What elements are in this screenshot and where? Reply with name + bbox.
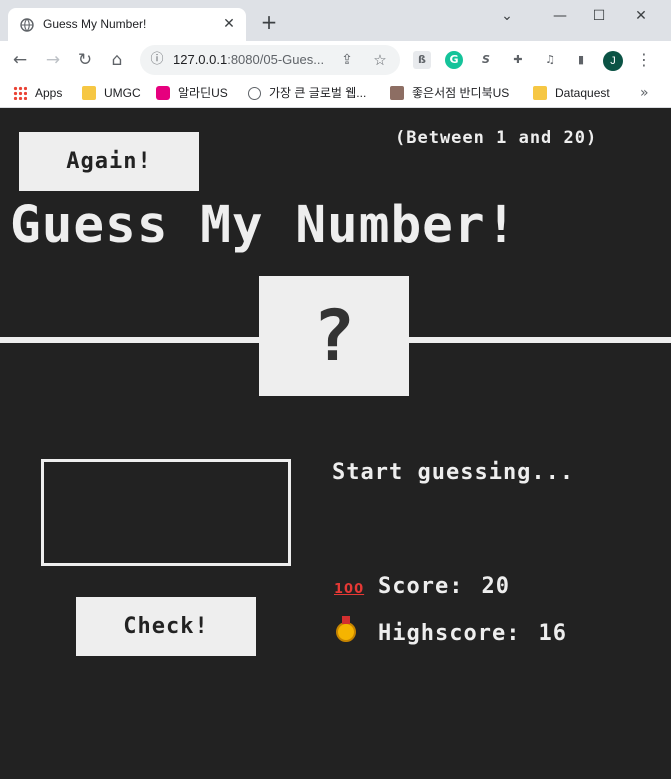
grammarly-icon[interactable]: G [445,51,463,69]
window-bottom-edge [0,779,671,783]
apps-grid-icon [13,86,27,100]
check-button[interactable]: Check! [76,597,256,656]
side-panel-icon[interactable]: ▮ [572,51,590,69]
bookmark-apps[interactable]: Apps [13,84,62,102]
highscore-row: Highscore: 16 [334,616,567,651]
url-host: 127.0.0.1 [173,52,228,67]
bookmark-star-icon[interactable]: ☆ [371,51,389,69]
extensions-puzzle-icon[interactable]: ✚ [509,51,527,69]
range-hint: (Between 1 and 20) [395,128,598,148]
highscore-value: 16 [538,621,567,646]
tab-search-icon[interactable]: ⌄ [495,6,519,26]
new-tab-button[interactable]: + [259,12,279,32]
folder-icon [533,86,547,100]
minimize-button[interactable]: — [548,6,572,26]
folder-icon [82,86,96,100]
browser-toolbar: ← → ↻ ⌂ ⓘ 127.0.0.1:8080/05-Gues... ⇪ ☆ … [0,41,671,79]
maximize-button[interactable]: ☐ [587,6,611,26]
bookmark-label: UMGC [104,86,141,100]
again-button[interactable]: Again! [19,132,199,191]
bookmarks-overflow-icon[interactable]: » [640,84,649,102]
extension-icon-1[interactable]: ß [413,51,431,69]
menu-kebab-icon[interactable]: ⋮ [636,50,652,70]
browser-tab[interactable]: Guess My Number! ✕ [8,8,246,41]
bookmark-umgc[interactable]: UMGC [82,84,141,102]
forward-icon[interactable]: → [43,50,63,70]
bookmark-label: 가장 큰 글로벌 웹... [269,86,367,100]
medal-icon [334,616,358,645]
guess-input[interactable] [41,459,291,566]
share-icon[interactable]: ⇪ [338,51,356,69]
tab-title: Guess My Number! [43,17,147,31]
browser-tab-bar: Guess My Number! ✕ + ⌄ — ☐ ✕ [0,0,671,41]
globe-icon [20,18,34,32]
bookmark-global-web[interactable]: 가장 큰 글로벌 웹... [248,84,366,102]
extension-icon-s[interactable]: S [477,51,495,69]
bookmarks-bar: Apps UMGC 알라딘US 가장 큰 글로벌 웹... 좋은서점 반디북US… [0,79,671,108]
site-info-icon[interactable]: ⓘ [148,51,166,69]
aladin-icon [156,86,170,100]
hundred-points-icon: 100 [334,582,365,597]
bookmark-bandi[interactable]: 좋은서점 반디북US [390,84,509,102]
bookmark-label: Apps [35,86,63,100]
home-icon[interactable]: ⌂ [107,50,127,70]
game-page: Again! (Between 1 and 20) Guess My Numbe… [0,112,671,779]
page-title: Guess My Number! [10,196,518,255]
reload-icon[interactable]: ↻ [75,50,95,70]
back-icon[interactable]: ← [10,50,30,70]
close-window-button[interactable]: ✕ [629,6,653,26]
secret-number-box: ? [259,276,409,396]
bookmark-dataquest[interactable]: Dataquest [533,84,610,102]
status-message: Start guessing... [332,460,575,485]
media-control-icon[interactable]: ♫ [541,51,559,69]
globe-icon [248,87,261,100]
bookmark-label: 좋은서점 반디북US [412,86,510,100]
bookmark-label: 알라딘US [178,86,228,100]
score-row: 100 Score: 20 [334,574,510,604]
bookmark-label: Dataquest [555,86,610,100]
bandi-icon [390,86,404,100]
highscore-label: Highscore: [378,621,521,646]
url-text[interactable]: 127.0.0.1:8080/05-Gues... [173,52,324,67]
close-tab-icon[interactable]: ✕ [220,15,238,33]
url-path: :8080/05-Gues... [227,52,325,67]
bookmark-aladin[interactable]: 알라딘US [156,84,228,102]
profile-avatar[interactable]: J [603,51,623,71]
score-value: 20 [481,574,510,599]
score-label: Score: [378,574,464,599]
address-bar[interactable]: ⓘ 127.0.0.1:8080/05-Gues... ⇪ ☆ [140,45,400,75]
